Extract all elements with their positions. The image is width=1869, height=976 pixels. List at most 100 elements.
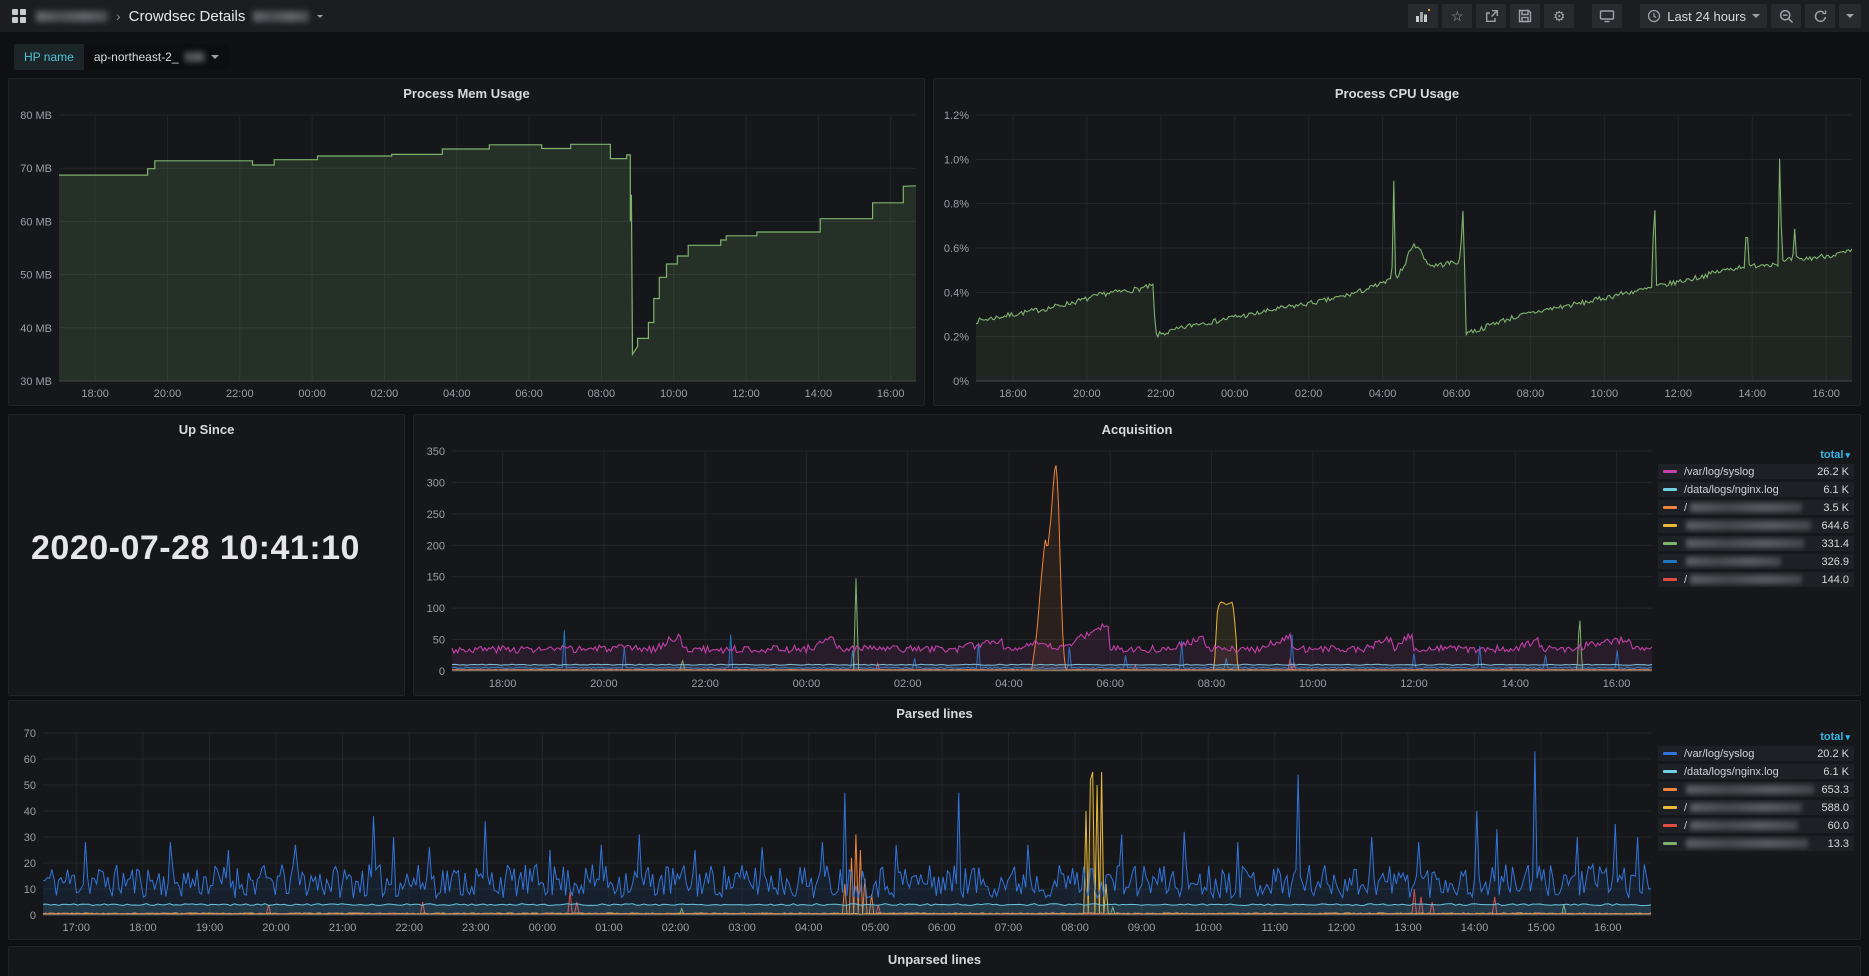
svg-text:10:00: 10:00 [1591, 388, 1619, 400]
svg-text:20:00: 20:00 [590, 678, 618, 690]
svg-text:150: 150 [427, 572, 445, 584]
svg-text:08:00: 08:00 [1198, 678, 1226, 690]
legend-series-total: 588.0 [1821, 802, 1849, 814]
legend-row[interactable]: 653.3 [1658, 782, 1854, 797]
legend-series-label: / [1684, 502, 1802, 514]
legend-sort-total[interactable]: total▾ [1658, 729, 1854, 746]
legend-row[interactable]: 644.6 [1658, 518, 1854, 533]
panel-title[interactable]: Acquisition [414, 415, 1860, 443]
svg-text:18:00: 18:00 [81, 388, 109, 400]
add-panel-icon [1415, 9, 1431, 23]
legend-series-label: /var/log/syslog [1684, 748, 1754, 760]
breadcrumb-dashboard-title[interactable]: Crowdsec Details [129, 8, 246, 25]
panel-title[interactable]: Process Mem Usage [9, 79, 924, 107]
svg-text:50: 50 [433, 635, 445, 647]
legend-series-label: /var/log/syslog [1684, 466, 1754, 478]
legend-row[interactable]: /var/log/syslog26.2 K [1658, 464, 1854, 479]
series-color-dash [1663, 806, 1677, 809]
svg-text:18:00: 18:00 [999, 388, 1027, 400]
svg-text:10: 10 [24, 884, 36, 896]
svg-text:10:00: 10:00 [660, 388, 688, 400]
legend-series-total: 20.2 K [1817, 748, 1849, 760]
legend-sort-total[interactable]: total▾ [1658, 447, 1854, 464]
clock-icon [1647, 9, 1661, 23]
zoom-out-button[interactable] [1771, 4, 1801, 28]
navbar: › Crowdsec Details ☆ ⚙ [0, 0, 1869, 32]
svg-text:20:00: 20:00 [154, 388, 182, 400]
series-color-dash [1663, 506, 1677, 509]
monitor-icon [1599, 9, 1615, 23]
svg-text:50: 50 [24, 780, 36, 792]
save-icon [1518, 9, 1532, 23]
svg-text:04:00: 04:00 [1369, 388, 1397, 400]
svg-text:10:00: 10:00 [1299, 678, 1327, 690]
legend-series-total: 13.3 [1828, 838, 1849, 850]
legend-row[interactable]: /144.0 [1658, 572, 1854, 587]
svg-text:17:00: 17:00 [63, 922, 91, 934]
svg-text:70: 70 [24, 728, 36, 740]
variable-label: HP name [14, 44, 84, 70]
dashboards-grid-icon[interactable] [12, 9, 26, 23]
legend-row[interactable]: 13.3 [1658, 836, 1854, 851]
svg-text:12:00: 12:00 [1328, 922, 1356, 934]
svg-text:60 MB: 60 MB [20, 216, 52, 228]
up-since-value: 2020-07-28 10:41:10 [31, 415, 404, 681]
legend-row[interactable]: /60.0 [1658, 818, 1854, 833]
legend-series-total: 326.9 [1821, 556, 1849, 568]
svg-text:06:00: 06:00 [515, 388, 543, 400]
svg-text:60: 60 [24, 754, 36, 766]
add-panel-button[interactable] [1408, 4, 1438, 28]
svg-text:0.8%: 0.8% [944, 199, 969, 211]
legend-row[interactable]: /data/logs/nginx.log6.1 K [1658, 764, 1854, 779]
settings-button[interactable]: ⚙ [1544, 4, 1574, 28]
breadcrumb-root-redacted[interactable] [36, 11, 108, 22]
legend-row[interactable]: /var/log/syslog 20.2 K [1658, 746, 1854, 761]
legend-row[interactable]: /588.0 [1658, 800, 1854, 815]
panel-title[interactable]: Parsed lines [9, 701, 1860, 725]
dashboard-dropdown-caret-icon[interactable] [317, 15, 323, 18]
legend-row[interactable]: 326.9 [1658, 554, 1854, 569]
star-button[interactable]: ☆ [1442, 4, 1472, 28]
legend-series-label [1684, 557, 1781, 566]
svg-text:02:00: 02:00 [662, 922, 690, 934]
svg-text:18:00: 18:00 [489, 678, 517, 690]
panel-title[interactable]: Process CPU Usage [934, 79, 1860, 107]
refresh-button[interactable] [1805, 4, 1835, 28]
cpu-usage-chart[interactable]: 18:0020:0022:0000:0002:0004:0006:0008:00… [934, 107, 1860, 405]
svg-text:16:00: 16:00 [1812, 388, 1840, 400]
panel-process-cpu-usage: Process CPU Usage 18:0020:0022:0000:0002… [933, 78, 1861, 406]
legend-series-label: / [1684, 574, 1802, 586]
legend-series-total: 653.3 [1821, 784, 1849, 796]
svg-text:04:00: 04:00 [995, 678, 1023, 690]
refresh-icon [1813, 9, 1828, 24]
cycle-view-mode-button[interactable] [1592, 4, 1622, 28]
share-button[interactable] [1476, 4, 1506, 28]
svg-text:01:00: 01:00 [595, 922, 623, 934]
refresh-interval-dropdown[interactable] [1839, 4, 1861, 28]
redacted-label [1686, 557, 1781, 566]
svg-text:02:00: 02:00 [371, 388, 399, 400]
svg-text:05:00: 05:00 [862, 922, 890, 934]
svg-text:04:00: 04:00 [443, 388, 471, 400]
svg-text:0.2%: 0.2% [944, 332, 969, 344]
acquisition-chart[interactable]: 18:0020:0022:0000:0002:0004:0006:0008:00… [414, 443, 1660, 695]
time-range-picker[interactable]: Last 24 hours [1640, 4, 1767, 28]
legend-row[interactable]: / 3.5 K [1658, 500, 1854, 515]
parsed-lines-chart[interactable]: 17:0018:0019:0020:0021:0022:0023:0000:00… [9, 725, 1659, 939]
save-button[interactable] [1510, 4, 1540, 28]
series-color-dash [1663, 470, 1677, 473]
series-color-dash [1663, 524, 1677, 527]
panel-title[interactable]: Unparsed lines [9, 947, 1860, 971]
svg-text:06:00: 06:00 [1096, 678, 1124, 690]
legend-row[interactable]: 331.4 [1658, 536, 1854, 551]
legend-series-total: 3.5 K [1823, 502, 1849, 514]
mem-usage-chart[interactable]: 18:0020:0022:0000:0002:0004:0006:0008:00… [9, 107, 924, 405]
zoom-out-icon [1779, 9, 1794, 24]
svg-text:50 MB: 50 MB [20, 270, 52, 282]
legend-row[interactable]: /data/logs/nginx.log6.1 K [1658, 482, 1854, 497]
legend-series-total: 331.4 [1821, 538, 1849, 550]
variable-value-dropdown[interactable]: ap-northeast-2_ [84, 44, 229, 70]
svg-text:14:00: 14:00 [1461, 922, 1489, 934]
svg-text:40 MB: 40 MB [20, 323, 52, 335]
panel-process-mem-usage: Process Mem Usage 18:0020:0022:0000:0002… [8, 78, 925, 406]
